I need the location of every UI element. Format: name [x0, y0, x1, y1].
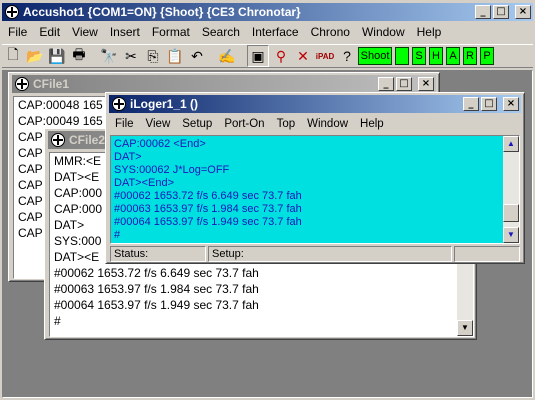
s-button[interactable]: S: [412, 47, 426, 65]
blank-green-button[interactable]: [395, 47, 409, 65]
save-icon[interactable]: 💾: [46, 45, 68, 67]
iloger-menu-setup[interactable]: Setup: [176, 118, 218, 130]
menu-insert[interactable]: Insert: [104, 25, 146, 39]
text-line: #00064 1653.97 f/s 1.949 sec 73.7 fah: [54, 298, 259, 312]
new-file-icon[interactable]: 🗋: [2, 45, 24, 67]
setup-pane: Setup:: [208, 246, 452, 262]
iloger-vertical-scrollbar[interactable]: ▲ ▼: [503, 136, 519, 243]
shoot-button[interactable]: Shoot: [358, 47, 392, 65]
cfile1-minimize-icon[interactable]: _: [378, 77, 394, 91]
menu-edit[interactable]: Edit: [33, 25, 66, 39]
menu-help[interactable]: Help: [411, 25, 448, 39]
log-line: CAP:00062 <End>: [114, 138, 206, 150]
menu-view[interactable]: View: [66, 25, 104, 39]
cfile2-title: CFile2: [69, 133, 106, 147]
log-line: #: [114, 229, 121, 241]
main-titlebar[interactable]: Accushot1 {COM1=ON} {Shoot} {CE3 Chronot…: [2, 3, 533, 21]
text-line: #00062 1653.72 f/s 6.649 sec 73.7 fah: [54, 266, 259, 280]
iloger-menu-help[interactable]: Help: [354, 118, 390, 130]
cfile1-titlebar[interactable]: CFile1 _ □ ×: [12, 75, 436, 93]
cfile1-close-icon[interactable]: ×: [418, 77, 434, 91]
iloger-menu-view[interactable]: View: [140, 118, 177, 130]
extra-pane: [454, 246, 520, 262]
setup-label: Setup:: [212, 248, 244, 260]
maximize-icon[interactable]: □: [493, 5, 509, 19]
paste-icon[interactable]: 📋: [164, 45, 186, 67]
iloger-menu-top[interactable]: Top: [271, 118, 302, 130]
log-line: DAT><End>: [114, 177, 175, 189]
log-line: SYS:00062 J*Log=OFF: [114, 164, 230, 176]
status-pane: Status:: [110, 246, 206, 262]
iloger-menu-window[interactable]: Window: [301, 118, 354, 130]
menu-window[interactable]: Window: [356, 25, 411, 39]
print-icon[interactable]: 🖶: [68, 45, 90, 67]
tools-icon[interactable]: ✕: [292, 45, 314, 67]
status-label: Status:: [114, 248, 149, 260]
wizard-icon[interactable]: ✍: [216, 45, 238, 67]
cfile1-title: CFile1: [33, 77, 70, 91]
iloger-window[interactable]: iLoger1_1 () _ □ × File View Setup Port-…: [105, 92, 525, 264]
menu-format[interactable]: Format: [146, 25, 196, 39]
copy-icon[interactable]: ⎘: [142, 45, 164, 67]
scroll-up-icon[interactable]: ▲: [503, 136, 519, 152]
antenna-icon[interactable]: ⚲: [270, 45, 292, 67]
a-button[interactable]: A: [446, 47, 460, 65]
app-icon: [5, 5, 19, 19]
main-toolbar: 🗋 📂 💾 🖶 🔭 ✂ ⎘ 📋 ↶ ✍ ▣ ⚲ ✕ iPAD ? Shoot S…: [2, 44, 533, 68]
menu-search[interactable]: Search: [196, 25, 246, 39]
menu-chrono[interactable]: Chrono: [305, 25, 356, 39]
help-question-icon[interactable]: ?: [336, 45, 358, 67]
iloger-menubar: File View Setup Port-On Top Window Help: [109, 115, 390, 133]
iloger-log-area[interactable]: CAP:00062 <End> DAT> SYS:00062 J*Log=OFF…: [110, 135, 520, 244]
iloger-menu-file[interactable]: File: [109, 118, 140, 130]
minimize-icon[interactable]: _: [475, 5, 491, 19]
cfile2-app-icon: [51, 133, 65, 147]
iloger-close-icon[interactable]: ×: [503, 97, 519, 111]
monitor-icon[interactable]: ▣: [247, 45, 269, 67]
cfile1-app-icon: [15, 77, 29, 91]
iloger-app-icon: [112, 97, 126, 111]
h-button[interactable]: H: [429, 47, 443, 65]
find-binoculars-icon[interactable]: 🔭: [98, 45, 120, 67]
close-icon[interactable]: ×: [515, 5, 531, 19]
iloger-title: iLoger1_1 (): [130, 97, 199, 111]
ipad-icon[interactable]: iPAD: [314, 45, 336, 67]
cut-icon[interactable]: ✂: [120, 45, 142, 67]
text-line: #00063 1653.97 f/s 1.984 sec 73.7 fah: [54, 282, 259, 296]
log-line: #00064 1653.97 f/s 1.949 sec 73.7 fah: [114, 216, 302, 228]
main-menubar: File Edit View Insert Format Search Inte…: [2, 23, 447, 41]
scroll-down-icon[interactable]: ▼: [457, 320, 473, 336]
menu-file[interactable]: File: [2, 25, 33, 39]
iloger-menu-port-on[interactable]: Port-On: [218, 118, 270, 130]
scroll-thumb[interactable]: [503, 204, 519, 222]
log-line: DAT>: [114, 151, 142, 163]
iloger-titlebar[interactable]: iLoger1_1 () _ □ ×: [109, 95, 521, 113]
undo-icon[interactable]: ↶: [186, 45, 208, 67]
iloger-maximize-icon[interactable]: □: [481, 97, 497, 111]
text-line: #: [54, 314, 61, 328]
iloger-minimize-icon[interactable]: _: [463, 97, 479, 111]
open-folder-icon[interactable]: 📂: [24, 45, 46, 67]
cfile1-maximize-icon[interactable]: □: [396, 77, 412, 91]
log-line: #00062 1653.72 f/s 6.649 sec 73.7 fah: [114, 190, 302, 202]
menu-interface[interactable]: Interface: [246, 25, 305, 39]
p-button[interactable]: P: [480, 47, 494, 65]
main-title: Accushot1 {COM1=ON} {Shoot} {CE3 Chronot…: [23, 5, 301, 19]
scroll-down-icon[interactable]: ▼: [503, 227, 519, 243]
log-line: #00063 1653.97 f/s 1.984 sec 73.7 fah: [114, 203, 302, 215]
r-button[interactable]: R: [463, 47, 477, 65]
